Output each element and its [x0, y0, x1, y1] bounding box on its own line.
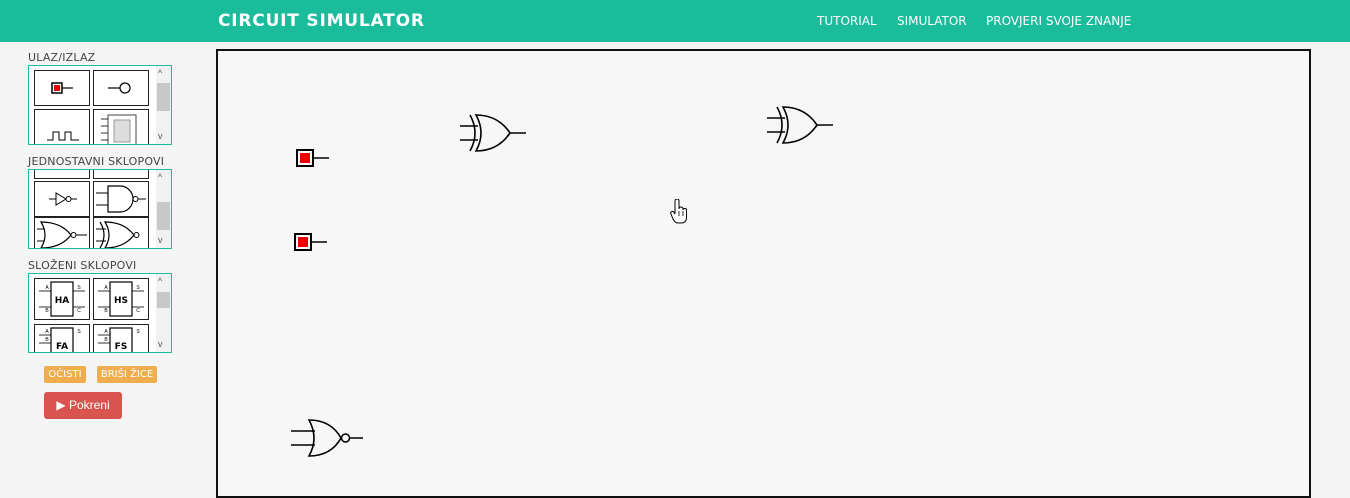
nav-link-quiz[interactable]: PROVJERI SVOJE ZNANJE: [986, 14, 1131, 28]
palette-item-half-subtractor[interactable]: HS A B S C: [93, 278, 149, 320]
palette-item-full-subtractor[interactable]: FS A B S: [93, 324, 149, 352]
scroll-down-icon[interactable]: v: [158, 132, 163, 141]
svg-text:S: S: [136, 285, 140, 291]
section-title-io: ULAZ/IZLAZ: [28, 51, 96, 64]
scroll-up-icon[interactable]: ^: [158, 277, 162, 286]
svg-text:S: S: [77, 329, 81, 335]
scroll-down-icon[interactable]: v: [158, 340, 163, 349]
not-gate-icon: [49, 192, 77, 206]
canvas-input-switch-2[interactable]: [294, 233, 330, 253]
input-switch-icon: [51, 82, 73, 94]
svg-text:S: S: [136, 329, 140, 335]
section-title-simple-gates: JEDNOSTAVNI SKLOPOVI: [28, 155, 165, 168]
svg-text:B: B: [104, 337, 108, 343]
svg-text:FS: FS: [115, 342, 128, 352]
canvas-xor-gate-2[interactable]: [767, 105, 835, 145]
svg-text:A: A: [104, 285, 108, 291]
scroll-up-icon[interactable]: ^: [158, 173, 162, 182]
output-lamp-icon: [108, 82, 131, 94]
palette-simple-gates[interactable]: ^ v: [28, 169, 172, 249]
svg-text:HS: HS: [114, 296, 128, 306]
nav-link-tutorial[interactable]: TUTORIAL: [817, 14, 877, 28]
svg-text:FA: FA: [56, 342, 68, 352]
half-subtractor-icon: HS A B S C: [98, 281, 144, 317]
svg-text:B: B: [45, 337, 49, 343]
run-button[interactable]: ▶ Pokreni: [44, 392, 122, 419]
seven-segment-display-icon: [101, 114, 137, 144]
circuit-canvas[interactable]: [216, 49, 1311, 498]
svg-text:B: B: [104, 308, 108, 314]
palette-item-input-switch[interactable]: [34, 70, 90, 106]
full-adder-icon: FA A B S: [39, 327, 81, 352]
palette-item-not-gate[interactable]: [34, 181, 90, 217]
scroll-thumb[interactable]: [157, 292, 170, 308]
clear-button[interactable]: OČISTI: [44, 366, 86, 383]
palette-item-partial[interactable]: [34, 170, 90, 179]
scroll-down-icon[interactable]: v: [158, 236, 163, 245]
nor-gate-icon: [37, 221, 87, 248]
palette-item-half-adder[interactable]: HA A B S C: [34, 278, 90, 320]
play-icon: ▶: [56, 398, 66, 412]
palette-item-clock[interactable]: [34, 109, 90, 144]
nand-gate-icon: [96, 185, 146, 213]
xnor-gate-icon: [96, 221, 140, 248]
svg-text:S: S: [77, 285, 81, 291]
nav-link-simulator[interactable]: SIMULATOR: [897, 14, 967, 28]
clock-icon: [47, 131, 79, 141]
canvas-input-switch-1[interactable]: [296, 149, 332, 169]
palette-io[interactable]: ^ v: [28, 65, 172, 145]
palette-item-full-adder[interactable]: FA A B S: [34, 324, 90, 352]
svg-text:A: A: [45, 329, 49, 335]
hand-pointer-icon: [670, 199, 687, 224]
svg-text:B: B: [45, 308, 49, 314]
canvas-xor-gate-1[interactable]: [460, 113, 528, 153]
svg-text:C: C: [77, 308, 81, 314]
brand-title[interactable]: CIRCUIT SIMULATOR: [218, 11, 425, 31]
scroll-thumb[interactable]: [157, 83, 170, 111]
top-navbar: CIRCUIT SIMULATOR TUTORIAL SIMULATOR PRO…: [0, 0, 1350, 42]
svg-text:A: A: [45, 285, 49, 291]
svg-text:C: C: [136, 308, 140, 314]
palette-item-output-lamp[interactable]: [93, 70, 149, 106]
scroll-up-icon[interactable]: ^: [158, 69, 162, 78]
palette-io-scrollbar[interactable]: ^ v: [156, 66, 171, 144]
palette-item-nor-gate[interactable]: [34, 217, 90, 248]
run-button-label: Pokreni: [68, 398, 110, 412]
svg-text:A: A: [104, 329, 108, 335]
scroll-thumb[interactable]: [157, 202, 170, 230]
palette-item-partial[interactable]: [93, 170, 149, 179]
palette-complex-scrollbar[interactable]: ^ v: [156, 274, 171, 352]
svg-text:HA: HA: [55, 296, 70, 306]
half-adder-icon: HA A B S C: [39, 281, 85, 317]
full-subtractor-icon: FS A B S: [98, 327, 140, 352]
delete-wires-button[interactable]: BRIŠI ŽICE: [97, 366, 157, 383]
palette-gates-scrollbar[interactable]: ^ v: [156, 170, 171, 248]
palette-complex-circuits[interactable]: HA A B S C HS A B S C FA A B S FS A B S …: [28, 273, 172, 353]
palette-item-xnor-gate[interactable]: [93, 217, 149, 248]
palette-item-nand-gate[interactable]: [93, 181, 149, 217]
section-title-complex-circuits: SLOŽENI SKLOPOVI: [28, 259, 137, 272]
palette-item-seven-segment[interactable]: [93, 109, 149, 144]
canvas-nor-gate[interactable]: [291, 418, 365, 458]
